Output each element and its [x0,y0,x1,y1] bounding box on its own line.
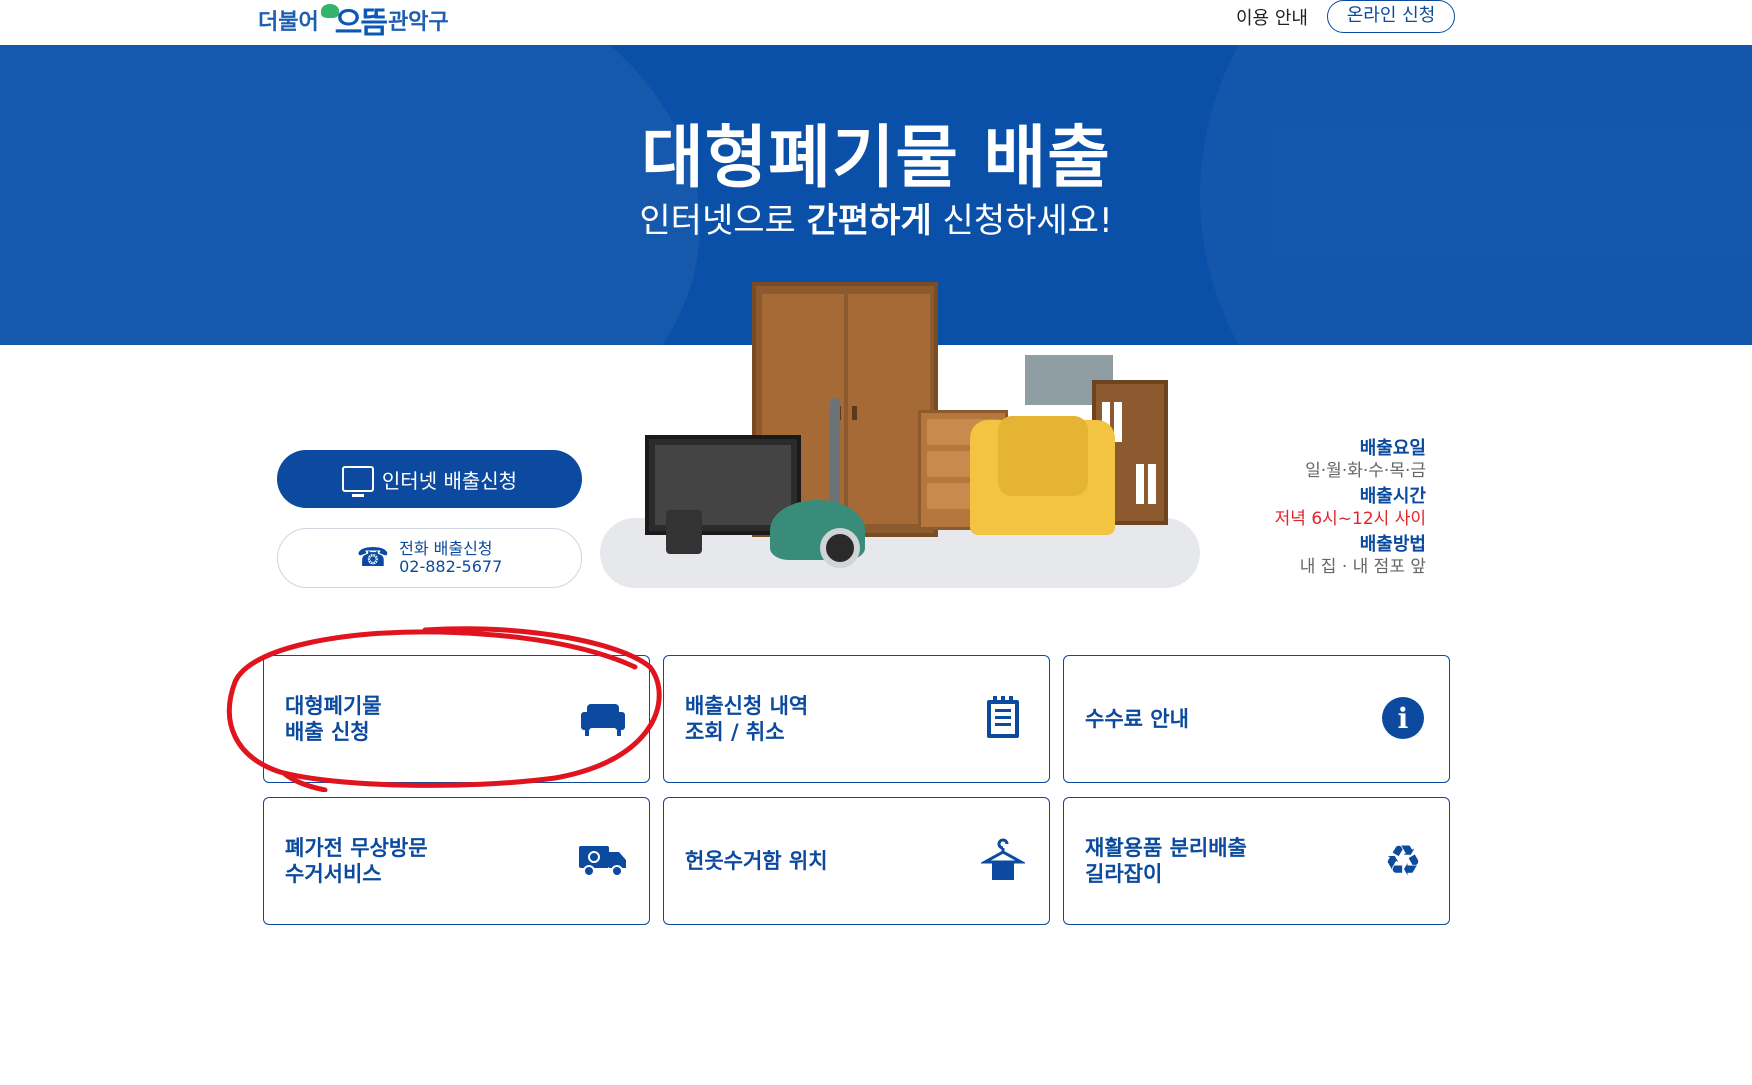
day-value: 일·월·화·수·목·금 [1305,461,1426,481]
method-label: 배출방법 [1359,534,1426,555]
page-title: 대형폐기물 배출 [641,119,1111,198]
internet-apply-label: 인터넷 배출신청 [381,468,518,493]
info-icon: i [1379,694,1427,742]
method-value: 내 집 · 내 점포 앞 [1299,557,1426,577]
hero-subtitle: 인터넷으로 간편하게 신청하세요! [0,193,1752,242]
sofa-icon [579,694,627,742]
card-title: 폐가전 무상방문 수거서비스 [285,835,428,886]
hanger-icon [979,836,1027,884]
card-clothing-bin-location[interactable]: 헌옷수거함 위치 [663,797,1050,925]
hero-subtitle-bold: 간편하게 [806,201,932,241]
card-title: 배출신청 내역 조회 / 취소 [685,693,809,744]
card-large-waste-apply[interactable]: 대형폐기물 배출 신청 [263,655,650,783]
card-title: 헌옷수거함 위치 [685,848,828,873]
phone-apply-text: 전화 배출신청 02-882-5677 [399,540,502,576]
nav-usage-guide[interactable]: 이용 안내 [1236,4,1308,30]
day-label: 배출요일 [1359,438,1426,459]
vacuum-wheel-illustration [820,528,860,568]
logo-text-right: 관악구 [387,10,449,35]
notepad-icon [979,694,1027,742]
card-recycling-guide[interactable]: 재활용품 분리배출 길라잡이 ♻ [1063,797,1450,925]
site-header: 더불어 으뜸 관악구 이용 안내 온라인 신청 [0,0,1752,45]
card-fee-guide[interactable]: 수수료 안내 i [1063,655,1450,783]
internet-apply-button[interactable]: 인터넷 배출신청 [277,450,582,508]
furniture-illustration [600,280,1210,590]
card-title: 수수료 안내 [1085,706,1189,731]
phone-icon: ☎ [356,543,390,573]
card-apply-history[interactable]: 배출신청 내역 조회 / 취소 [663,655,1050,783]
computer-icon [341,466,374,497]
phone-apply-button[interactable]: ☎ 전화 배출신청 02-882-5677 [277,528,582,588]
disposal-info: 배출요일 일·월·화·수·목·금 배출시간 저녁 6시~12시 사이 배출방법 … [1206,438,1426,582]
hero-subtitle-pre: 인터넷으로 [639,201,807,241]
logo-text-mid: 으뜸 [334,6,388,41]
time-value: 저녁 6시~12시 사이 [1274,509,1426,529]
card-title: 재활용품 분리배출 길라잡이 [1085,835,1247,886]
telephone-illustration [666,510,702,554]
truck-icon [579,836,627,884]
nav-online-apply-button[interactable]: 온라인 신청 [1327,0,1455,33]
card-title: 대형폐기물 배출 신청 [285,693,382,744]
armchair-illustration [970,416,1115,535]
time-label: 배출시간 [1359,486,1426,507]
hero-subtitle-post: 신청하세요! [931,201,1113,241]
site-logo[interactable]: 더불어 으뜸 관악구 [258,0,449,41]
phone-number: 02-882-5677 [399,557,503,576]
logo-text-left: 더불어 [258,10,319,35]
recycle-icon: ♻ [1384,835,1422,885]
phone-apply-label: 전화 배출신청 [399,539,493,558]
card-appliance-pickup[interactable]: 폐가전 무상방문 수거서비스 [263,797,650,925]
